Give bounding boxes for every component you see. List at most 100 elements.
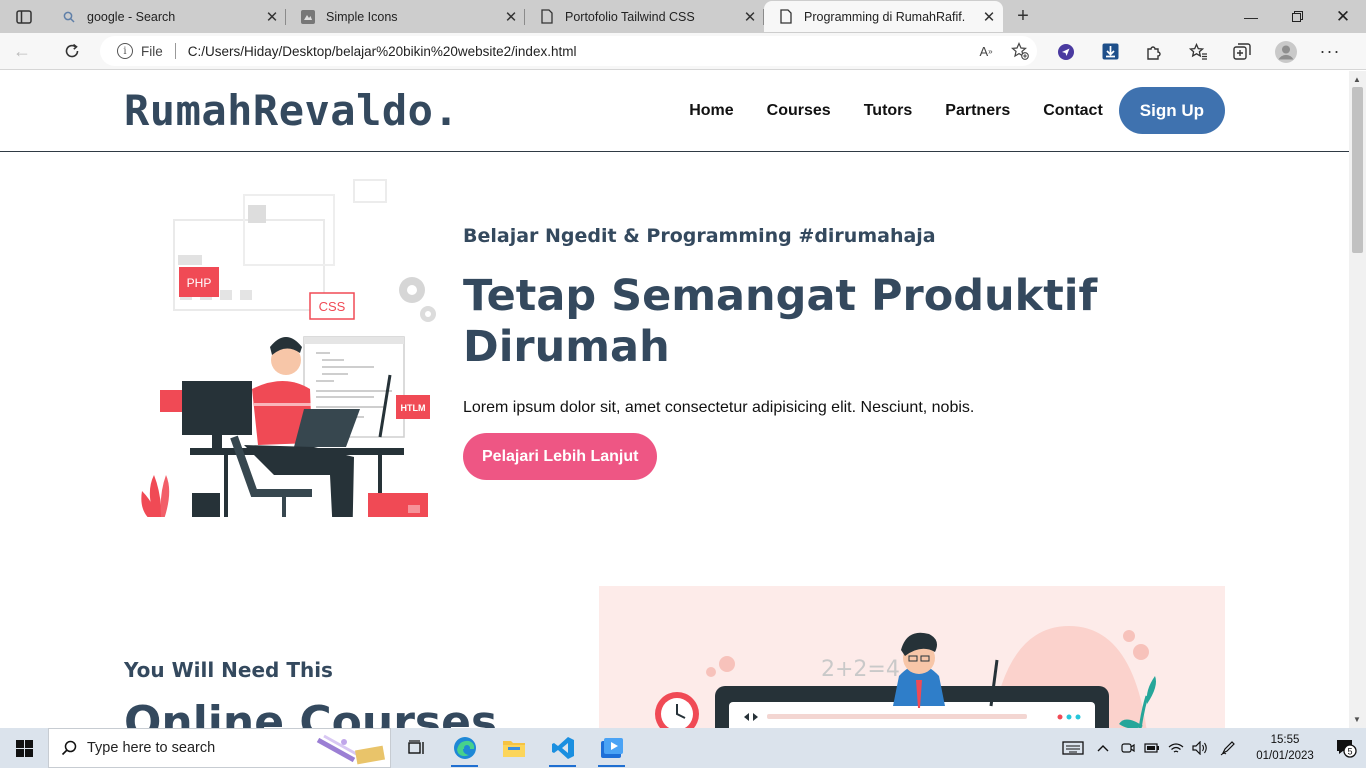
restore-icon (1291, 11, 1303, 22)
nav-courses[interactable]: Courses (767, 102, 831, 120)
more-icon: ··· (1319, 41, 1341, 61)
add-favorite-icon[interactable] (1003, 42, 1037, 60)
volume-icon[interactable] (1188, 741, 1212, 755)
clock-date: 01/01/2023 (1256, 750, 1314, 762)
site-header: RumahRevaldo. Home Courses Tutors Partne… (0, 71, 1349, 152)
page-viewport: RumahRevaldo. Home Courses Tutors Partne… (0, 71, 1349, 728)
restore-button[interactable] (1274, 0, 1320, 33)
page-icon (539, 9, 555, 25)
profile-button[interactable] (1264, 33, 1308, 70)
simple-icons-favicon (300, 9, 316, 25)
hero-subtitle: Belajar Ngedit & Programming #dirumahaja (463, 225, 936, 247)
scroll-up-arrow-icon[interactable]: ▲ (1353, 75, 1361, 84)
search-highlight-icon (316, 734, 386, 765)
search-icon (61, 740, 77, 756)
close-window-button[interactable]: ✕ (1320, 0, 1366, 33)
media-player-icon (600, 738, 623, 758)
chevron-up-icon[interactable] (1090, 744, 1116, 752)
main-nav: Home Courses Tutors Partners Contact Sig… (656, 87, 1225, 134)
tab-google-search[interactable]: google - Search ✕ (47, 1, 286, 32)
collections-button[interactable] (1220, 33, 1264, 70)
taskbar: Type here to search 15:55 01/01/2023 5 (0, 728, 1366, 768)
reload-button[interactable] (50, 33, 94, 70)
nav-tutors[interactable]: Tutors (864, 102, 913, 120)
wifi-icon[interactable] (1164, 742, 1188, 754)
reload-icon (65, 43, 79, 58)
tab-title: google - Search (87, 9, 176, 24)
back-button[interactable]: ← (0, 33, 44, 70)
keyboard-icon[interactable] (1056, 741, 1090, 755)
php-label: PHP (187, 276, 212, 290)
edge-app-button[interactable] (440, 728, 489, 768)
avatar-icon (1275, 40, 1297, 63)
divider (174, 43, 176, 59)
tab-actions-icon (15, 9, 32, 24)
nav-home[interactable]: Home (689, 102, 733, 120)
close-icon[interactable]: ✕ (975, 8, 1003, 26)
close-icon[interactable]: ✕ (258, 8, 286, 26)
clock[interactable]: 15:55 01/01/2023 (1250, 732, 1320, 764)
search-icon (61, 9, 77, 25)
meet-now-icon[interactable] (1116, 741, 1140, 755)
minimize-icon: — (1244, 8, 1258, 25)
read-aloud-icon[interactable]: A» (969, 44, 1003, 59)
settings-menu-button[interactable]: ··· (1308, 33, 1352, 70)
extension-download-button[interactable] (1088, 33, 1132, 70)
battery-icon[interactable] (1140, 742, 1164, 754)
task-view-button[interactable] (391, 728, 440, 768)
page-icon (778, 9, 794, 25)
shield-extension-icon (1058, 43, 1074, 60)
tab-bar: google - Search ✕ Simple Icons ✕ Portofo… (0, 0, 1366, 33)
search-placeholder: Type here to search (87, 740, 216, 756)
media-app-button[interactable] (587, 728, 636, 768)
nav-contact[interactable]: Contact (1043, 102, 1103, 120)
favorites-star-icon (1188, 43, 1207, 60)
site-logo[interactable]: RumahRevaldo. (124, 86, 459, 135)
scheme-label: File (141, 43, 163, 59)
tab-simple-icons[interactable]: Simple Icons ✕ (286, 1, 525, 32)
sign-up-button[interactable]: Sign Up (1118, 87, 1225, 134)
close-icon[interactable]: ✕ (736, 8, 764, 26)
windows-icon (15, 739, 33, 757)
start-button[interactable] (0, 728, 48, 768)
hero-description: Lorem ipsum dolor sit, amet consectetur … (463, 399, 975, 416)
minimize-button[interactable]: — (1228, 0, 1274, 33)
close-icon[interactable]: ✕ (497, 8, 525, 26)
nav-partners[interactable]: Partners (945, 102, 1010, 120)
favorites-button[interactable] (1176, 33, 1220, 70)
page-scrollbar[interactable]: ▲ ▼ (1349, 71, 1366, 728)
file-explorer-button[interactable] (489, 728, 538, 768)
vscode-button[interactable] (538, 728, 587, 768)
taskbar-search-box[interactable]: Type here to search (48, 728, 391, 768)
tab-title: Programming di RumahRafif. (804, 9, 966, 24)
notifications-button[interactable]: 5 (1326, 738, 1366, 758)
download-icon (1102, 43, 1118, 60)
back-arrow-icon: ← (13, 40, 31, 61)
learn-more-button[interactable]: Pelajari Lebih Lanjut (463, 433, 658, 480)
site-info-icon[interactable]: i (117, 43, 133, 59)
folder-icon (502, 741, 525, 757)
browser-toolbar: ··· (1044, 33, 1352, 70)
extensions-button[interactable] (1132, 33, 1176, 70)
equation-label: 2+2=4 (821, 657, 900, 682)
new-tab-button[interactable]: + (1003, 0, 1043, 33)
edge-icon (453, 737, 476, 759)
close-icon: ✕ (1335, 6, 1351, 26)
hero-illustration: PHP CSS HTLM (141, 179, 436, 517)
pen-icon[interactable] (1212, 740, 1244, 756)
tab-portofolio[interactable]: Portofolio Tailwind CSS ✕ (525, 1, 764, 32)
window-controls: — ✕ (1228, 0, 1366, 33)
html-label: HTLM (401, 403, 426, 413)
tab-title: Simple Icons (326, 9, 398, 24)
scroll-down-arrow-icon[interactable]: ▼ (1353, 715, 1361, 724)
clock-time: 15:55 (1270, 734, 1300, 746)
collections-icon (1233, 43, 1251, 60)
task-view-icon (407, 740, 424, 754)
notification-icon: 5 (1337, 740, 1357, 758)
extension-proton-button[interactable] (1044, 33, 1088, 70)
url-field[interactable]: i File C:/Users/Hiday/Desktop/belajar%20… (100, 36, 1037, 66)
url-text[interactable]: C:/Users/Hiday/Desktop/belajar%20bikin%2… (188, 44, 969, 59)
tab-actions-button[interactable] (0, 0, 47, 33)
scrollbar-thumb[interactable] (1352, 87, 1363, 253)
tab-programming-active[interactable]: Programming di RumahRafif. ✕ (764, 1, 1003, 32)
